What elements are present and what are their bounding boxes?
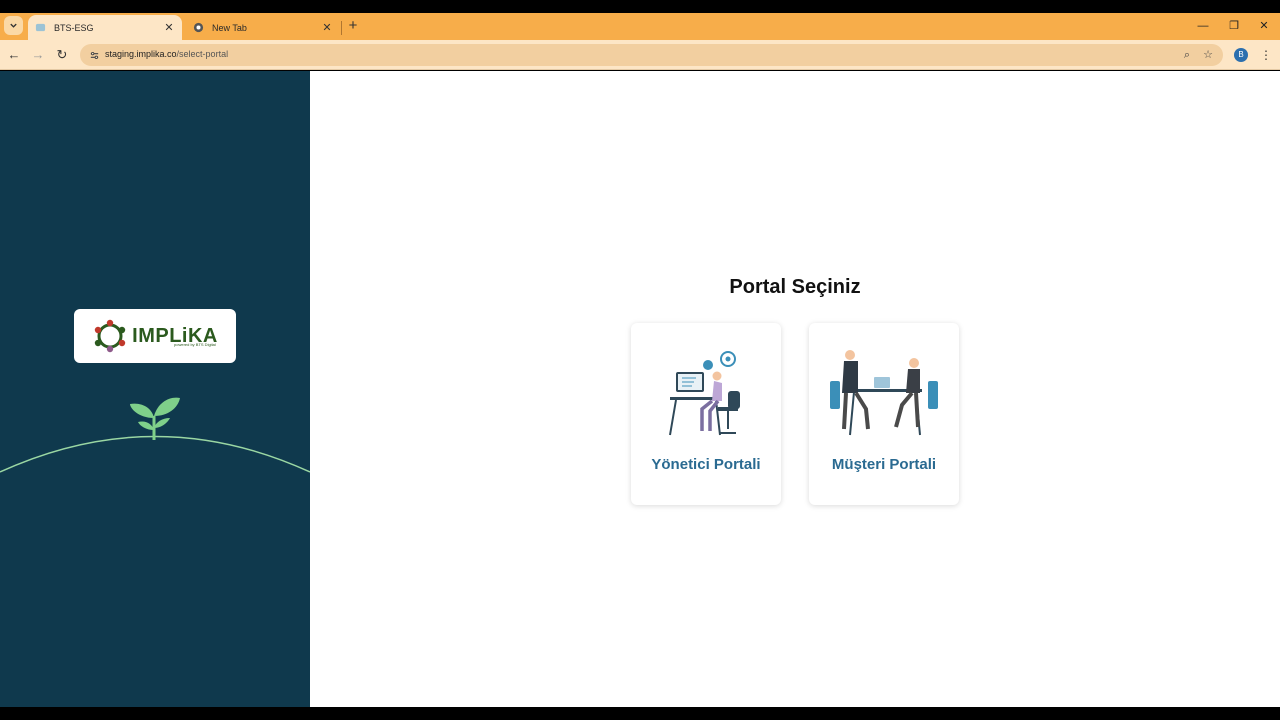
chevron-down-icon xyxy=(10,23,17,28)
tab-separator xyxy=(341,21,342,35)
page-content: IMPLiKA powered by BTS Digital Portal Se… xyxy=(0,71,1280,707)
sidebar-panel: IMPLiKA powered by BTS Digital xyxy=(0,71,310,707)
admin-desk-illustration-icon xyxy=(669,351,740,436)
hill-decoration xyxy=(0,435,310,473)
page-title: Portal Seçiniz xyxy=(729,276,861,298)
tab-title: New Tab xyxy=(212,22,247,33)
close-window-icon[interactable]: ✕ xyxy=(1249,17,1279,35)
sprout-icon xyxy=(130,397,180,440)
screen: BTS-ESG ✕ New Tab ✕ + — ❐ ✕ ← → ↻ stagin… xyxy=(0,0,1280,720)
admin-portal-label: Yönetici Portali xyxy=(651,456,761,473)
restore-icon[interactable]: ❐ xyxy=(1219,17,1249,35)
browser-toolbar: ← → ↻ staging.implika.co/select-portal ⌕… xyxy=(0,40,1280,70)
page-favicon-icon xyxy=(34,22,46,34)
back-arrow-icon[interactable]: ← xyxy=(5,46,23,64)
chrome-icon xyxy=(192,22,204,34)
logo-subtext: powered by BTS Digital xyxy=(174,342,216,347)
minimize-icon[interactable]: — xyxy=(1188,17,1218,35)
more-menu-icon[interactable]: ⋮ xyxy=(1260,46,1272,64)
customer-portal-label: Müşteri Portali xyxy=(831,456,937,473)
zoom-icon[interactable]: ⌕ xyxy=(1179,47,1195,63)
url-text: staging.implika.co/select-portal xyxy=(105,49,228,59)
forward-arrow-icon[interactable]: → xyxy=(29,46,47,64)
tab-title: BTS-ESG xyxy=(54,22,94,33)
bookmark-star-icon[interactable]: ☆ xyxy=(1200,47,1216,63)
customer-portal-card[interactable]: Müşteri Portali xyxy=(809,323,959,505)
new-tab-button[interactable]: + xyxy=(345,17,361,35)
admin-portal-card[interactable]: Yönetici Portali xyxy=(631,323,781,505)
address-bar[interactable]: staging.implika.co/select-portal ⌕ ☆ xyxy=(80,44,1223,66)
implika-logo: IMPLiKA powered by BTS Digital xyxy=(74,309,236,363)
bottom-bar xyxy=(0,707,1280,720)
tab-search-button[interactable] xyxy=(4,16,23,35)
tab-strip: BTS-ESG ✕ New Tab ✕ + — ❐ ✕ xyxy=(0,13,1280,40)
tab-new-tab[interactable]: New Tab ✕ xyxy=(186,15,340,40)
close-tab-icon[interactable]: ✕ xyxy=(320,21,334,34)
main-panel: Portal Seçiniz Yönetici Portali Müşteri … xyxy=(310,71,1280,707)
profile-avatar[interactable]: B xyxy=(1234,48,1248,62)
url-host: staging.implika.co xyxy=(105,49,177,59)
close-tab-icon[interactable]: ✕ xyxy=(162,21,176,34)
logo-gear-icon xyxy=(94,319,126,353)
reload-icon[interactable]: ↻ xyxy=(53,46,71,64)
url-path: /select-portal xyxy=(176,49,229,59)
customer-meeting-illustration-icon xyxy=(830,350,938,436)
tab-bts-esg[interactable]: BTS-ESG ✕ xyxy=(28,15,182,40)
site-info-icon[interactable] xyxy=(86,47,102,63)
